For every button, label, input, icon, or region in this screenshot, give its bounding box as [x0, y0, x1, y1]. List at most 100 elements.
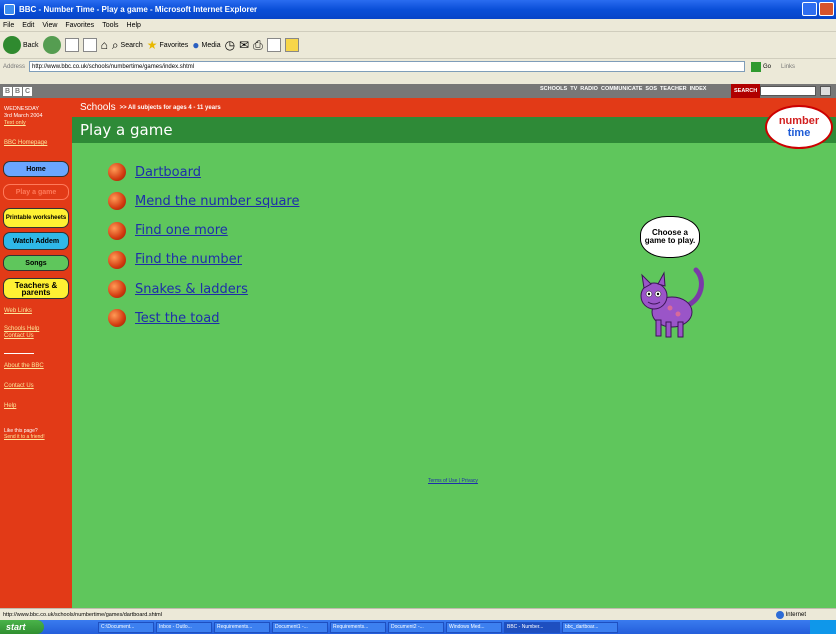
taskbar-item[interactable]: Document2 -...: [388, 621, 444, 633]
text-only-link[interactable]: Text only: [4, 120, 43, 127]
taskbar-item[interactable]: C:\Document...: [98, 621, 154, 633]
back-button[interactable]: Back: [3, 36, 39, 54]
ball-bullet-icon[interactable]: [108, 309, 126, 328]
bbc-nav-communicate[interactable]: COMMUNICATE: [601, 86, 642, 92]
go-button[interactable]: Go: [751, 61, 771, 72]
menu-tools[interactable]: Tools: [102, 22, 118, 29]
taskbar-item-active[interactable]: BBC - Number...: [504, 621, 560, 633]
search-icon: ⌕: [111, 37, 119, 52]
nav-printable-worksheets-button[interactable]: Printable worksheets: [3, 208, 69, 228]
bbc-nav-schools[interactable]: SCHOOLS: [540, 86, 567, 92]
task-list: C:\Document... Inbox - Outlo... Requirem…: [98, 621, 618, 633]
schools-strip: Schools >> All subjects for ages 4 - 11 …: [72, 98, 836, 117]
minimize-button[interactable]: [802, 2, 817, 16]
stop-button[interactable]: [64, 38, 79, 52]
about-bbc-link[interactable]: About the BBC: [4, 363, 44, 370]
menu-edit[interactable]: Edit: [22, 22, 34, 29]
game-link-find-the-number[interactable]: Find the number: [135, 252, 242, 267]
media-icon: ●: [192, 38, 200, 52]
nav-watch-addem-button[interactable]: Watch Addem: [3, 232, 69, 250]
number-time-logo[interactable]: number time: [765, 105, 833, 149]
bbc-search-button[interactable]: [820, 86, 831, 96]
taskbar-item[interactable]: Windows Med...: [446, 621, 502, 633]
ball-bullet-icon[interactable]: [108, 192, 126, 211]
send-friend-link[interactable]: Send it to a friend!: [4, 434, 45, 440]
game-link-test-the-toad[interactable]: Test the toad: [135, 311, 219, 326]
web-links-link[interactable]: Web Links: [4, 308, 32, 315]
status-bar: http://www.bbc.co.uk/schools/numbertime/…: [0, 608, 836, 620]
date-block: WEDNESDAY 3rd March 2004 Text only: [4, 106, 43, 127]
bbc-nav-index[interactable]: INDEX: [690, 86, 707, 92]
ball-bullet-icon[interactable]: [108, 163, 126, 181]
page-content: WEDNESDAY 3rd March 2004 Text only BBC H…: [0, 98, 836, 608]
logo-word-time: time: [787, 127, 811, 139]
all-subjects-link[interactable]: >> All subjects for ages 4 - 11 years: [120, 105, 221, 111]
nav-play-game-button[interactable]: Play a game: [3, 184, 69, 200]
system-tray[interactable]: [810, 620, 836, 634]
taskbar-item[interactable]: Inbox - Outlo...: [156, 621, 212, 633]
menu-view[interactable]: View: [42, 22, 57, 29]
like-page-block: Like this page? Send it to a friend!: [4, 428, 45, 440]
refresh-button[interactable]: [82, 38, 97, 52]
print-icon[interactable]: ⎙: [253, 38, 263, 53]
ball-bullet-icon[interactable]: [108, 280, 126, 299]
nav-home-button[interactable]: Home: [3, 161, 69, 177]
mail-icon[interactable]: ✉: [239, 38, 249, 52]
links-button[interactable]: Links: [781, 64, 795, 70]
game-link-find-one-more[interactable]: Find one more: [135, 223, 228, 238]
favorites-button[interactable]: ★ Favorites: [147, 38, 189, 52]
home-icon[interactable]: ⌂: [101, 38, 108, 52]
edit-button[interactable]: [266, 38, 281, 52]
close-button[interactable]: [819, 2, 834, 16]
taskbar-item[interactable]: bbc_dartboar...: [562, 621, 618, 633]
speech-bubble: Choose a game to play.: [640, 216, 700, 258]
media-button[interactable]: ● Media: [192, 38, 220, 52]
bbc-nav-tv[interactable]: TV: [570, 86, 577, 92]
schools-link[interactable]: Schools: [80, 102, 116, 113]
bbc-nav: SCHOOLS TV RADIO COMMUNICATE SOS TEACHER…: [540, 86, 706, 92]
window-controls: [802, 2, 834, 16]
list-item: Test the toad: [108, 309, 299, 328]
taskbar-item[interactable]: Requirements...: [330, 621, 386, 633]
bbc-nav-radio[interactable]: RADIO: [580, 86, 598, 92]
nav-songs-button[interactable]: Songs: [3, 255, 69, 271]
logo-word-number: number: [778, 115, 820, 127]
bbc-nav-teacher[interactable]: TEACHER: [660, 86, 687, 92]
address-label: Address: [3, 63, 26, 70]
folder-icon[interactable]: [284, 38, 299, 52]
list-item: Snakes & ladders: [108, 280, 299, 299]
menu-file[interactable]: File: [3, 22, 14, 29]
internet-zone: Internet: [775, 611, 806, 619]
game-link-dartboard[interactable]: Dartboard: [135, 165, 201, 180]
ball-bullet-icon[interactable]: [108, 221, 126, 240]
game-link-snakes-ladders[interactable]: Snakes & ladders: [135, 282, 248, 297]
list-item: Mend the number square: [108, 192, 299, 211]
contact-us-link[interactable]: Contact Us: [4, 383, 34, 390]
address-bar: Address http://www.bbc.co.uk/schools/num…: [0, 59, 836, 74]
schools-help-link[interactable]: Schools Help: [4, 326, 39, 333]
bbc-logo[interactable]: B B C: [3, 86, 32, 96]
schools-contact-link[interactable]: Contact Us: [4, 333, 34, 340]
terms-privacy-links[interactable]: Terms of Use | Privacy: [428, 478, 478, 484]
search-button[interactable]: ⌕ Search: [112, 38, 143, 53]
nav-teachers-parents-button[interactable]: Teachers & parents: [3, 278, 69, 299]
menu-favorites[interactable]: Favorites: [65, 22, 94, 29]
start-button[interactable]: start: [0, 620, 44, 634]
forward-button[interactable]: [42, 36, 61, 54]
bbc-nav-sos[interactable]: SOS: [645, 86, 657, 92]
game-link-mend-number-square[interactable]: Mend the number square: [135, 194, 299, 209]
bbc-bar: B B C SCHOOLS TV RADIO COMMUNICATE SOS T…: [0, 84, 836, 98]
window-title: BBC - Number Time - Play a game - Micros…: [19, 5, 258, 14]
menu-help[interactable]: Help: [127, 22, 141, 29]
ie-app-icon: [4, 4, 15, 15]
taskbar-item[interactable]: Document1 -...: [272, 621, 328, 633]
help-link[interactable]: Help: [4, 403, 16, 410]
bbc-search-input[interactable]: [760, 86, 816, 96]
address-input[interactable]: http://www.bbc.co.uk/schools/numbertime/…: [29, 61, 746, 72]
ball-bullet-icon[interactable]: [108, 250, 126, 269]
history-icon[interactable]: ◷: [225, 38, 235, 52]
back-arrow-icon: [3, 36, 21, 54]
bbc-homepage-link[interactable]: BBC Homepage: [4, 140, 47, 146]
taskbar-item[interactable]: Requirements...: [214, 621, 270, 633]
list-item: Dartboard: [108, 163, 299, 181]
